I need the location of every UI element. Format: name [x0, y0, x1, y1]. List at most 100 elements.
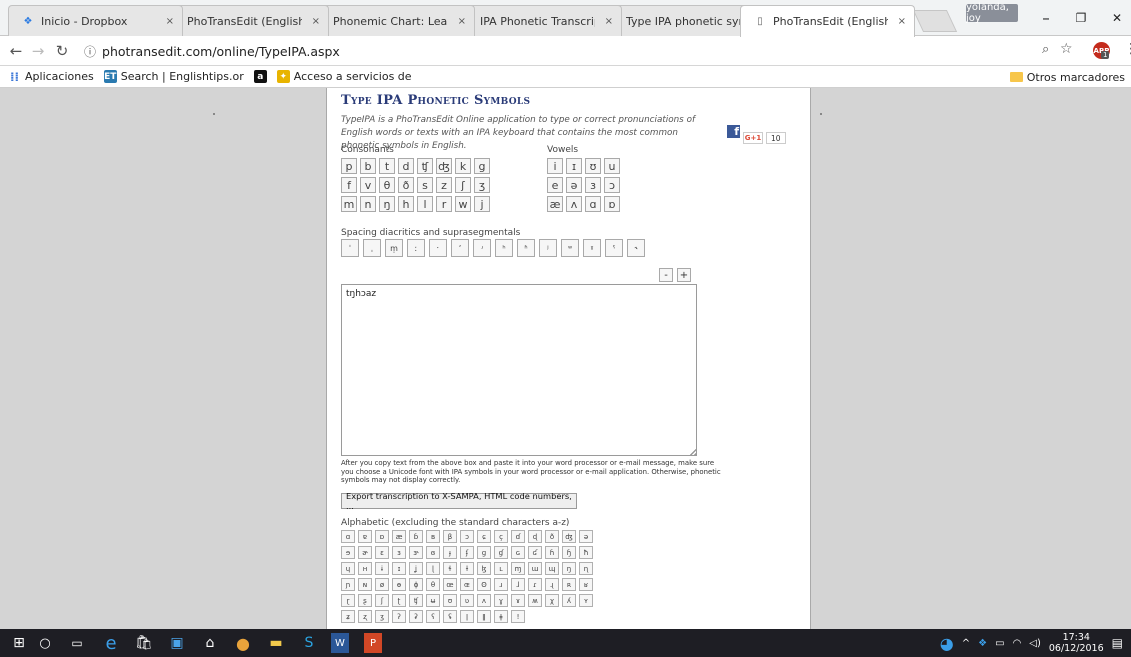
bookmark-englishtips[interactable]: ET Search | Englishtips.or: [103, 70, 244, 83]
consonant-key[interactable]: z: [436, 177, 452, 193]
diacritic-key[interactable]: ʷ: [561, 239, 579, 257]
alphabetic-key[interactable]: ɜ: [392, 546, 406, 559]
vowel-key[interactable]: u: [604, 158, 620, 174]
alphabetic-key[interactable]: ɺ: [511, 578, 525, 591]
zoom-icon[interactable]: ⌕: [1042, 42, 1049, 57]
task-view-icon[interactable]: ▭: [66, 633, 88, 653]
alphabetic-key[interactable]: ʂ: [358, 594, 372, 607]
alphabetic-key[interactable]: ɯ: [528, 562, 542, 575]
edge-icon[interactable]: e: [100, 633, 122, 654]
alphabetic-key[interactable]: ʘ: [477, 578, 491, 591]
alphabetic-key[interactable]: ɶ: [460, 578, 474, 591]
alphabetic-key[interactable]: ɪ: [392, 562, 406, 575]
alphabetic-key[interactable]: ɢ: [511, 546, 525, 559]
alphabetic-key[interactable]: ŋ: [562, 562, 576, 575]
back-icon[interactable]: ←: [6, 41, 26, 61]
battery-icon[interactable]: ▭: [995, 638, 1004, 649]
alphabetic-key[interactable]: ʢ: [443, 610, 457, 623]
consonant-key[interactable]: ʒ: [474, 177, 490, 193]
alphabetic-key[interactable]: ʤ: [562, 530, 576, 543]
powerpoint-icon[interactable]: P: [364, 633, 382, 653]
alphabetic-key[interactable]: œ: [443, 578, 457, 591]
alphabetic-key[interactable]: ʊ: [443, 594, 457, 607]
notifications-icon[interactable]: ▤: [1112, 636, 1123, 650]
alphabetic-key[interactable]: ʔ: [392, 610, 406, 623]
alphabetic-key[interactable]: θ: [426, 578, 440, 591]
alphabetic-key[interactable]: ʜ: [358, 562, 372, 575]
store-icon[interactable]: 🛍: [133, 633, 155, 653]
alphabetic-key[interactable]: ɳ: [579, 562, 593, 575]
alphabetic-key[interactable]: ɞ: [426, 546, 440, 559]
diacritic-key[interactable]: ʰ: [495, 239, 513, 257]
alphabetic-key[interactable]: ɐ: [358, 530, 372, 543]
bookmark-services[interactable]: ✦ Acceso a servicios de: [276, 70, 412, 83]
alphabetic-key[interactable]: ɒ: [375, 530, 389, 543]
windows-start-icon[interactable]: ⊞: [8, 633, 30, 653]
alphabetic-key[interactable]: ɭ: [426, 562, 440, 575]
alphabetic-key[interactable]: ɵ: [392, 578, 406, 591]
consonant-key[interactable]: v: [360, 177, 376, 193]
network-app-icon[interactable]: ◕: [940, 634, 954, 653]
alphabetic-key[interactable]: ɟ: [443, 546, 457, 559]
alphabetic-key[interactable]: ʟ: [494, 562, 508, 575]
menu-icon[interactable]: ⋮: [1124, 41, 1131, 57]
alphabetic-key[interactable]: ǃ: [511, 610, 525, 623]
alphabetic-key[interactable]: ǁ: [477, 610, 491, 623]
alphabetic-key[interactable]: ç: [494, 530, 508, 543]
alphabetic-key[interactable]: ɔ: [460, 530, 474, 543]
diacritic-key[interactable]: ʴ: [473, 239, 491, 257]
other-bookmarks[interactable]: Otros marcadores: [1009, 66, 1125, 88]
monitor-icon[interactable]: ▣: [166, 633, 188, 653]
diacritic-key[interactable]: ˠ: [583, 239, 601, 257]
diacritic-key[interactable]: ˞: [627, 239, 645, 257]
alphabetic-key[interactable]: ʈ: [392, 594, 406, 607]
alphabetic-key[interactable]: ɚ: [358, 546, 372, 559]
alphabetic-key[interactable]: ə: [579, 530, 593, 543]
alphabetic-key[interactable]: ɧ: [562, 546, 576, 559]
alphabetic-key[interactable]: ɕ: [477, 530, 491, 543]
alphabetic-key[interactable]: ɡ: [477, 546, 491, 559]
alphabetic-key[interactable]: ɫ: [460, 562, 474, 575]
diacritic-key[interactable]: ʲ: [539, 239, 557, 257]
tab-close-icon[interactable]: ×: [605, 16, 613, 27]
minimize-button[interactable]: –: [1034, 8, 1058, 28]
facebook-icon[interactable]: f: [727, 125, 740, 138]
bookmark-apps[interactable]: ⁞⁞ Aplicaciones: [8, 70, 94, 84]
skype-icon[interactable]: S: [298, 633, 320, 653]
close-window-button[interactable]: ✕: [1105, 8, 1129, 28]
alphabetic-key[interactable]: ʒ: [375, 610, 389, 623]
alphabetic-key[interactable]: ɻ: [545, 578, 559, 591]
resize-handle[interactable]: [689, 448, 697, 456]
alphabetic-key[interactable]: ʋ: [460, 594, 474, 607]
reload-icon[interactable]: ↻: [52, 41, 72, 61]
volume-icon[interactable]: ◁): [1029, 638, 1041, 649]
address-bar[interactable]: ⓘ photransedit.com/online/TypeIPA.aspx: [84, 40, 1074, 62]
increase-font-button[interactable]: +: [677, 268, 691, 282]
consonant-key[interactable]: h: [398, 196, 414, 212]
alphabetic-key[interactable]: ɦ: [545, 546, 559, 559]
alphabetic-key[interactable]: ħ: [579, 546, 593, 559]
alphabetic-key[interactable]: æ: [392, 530, 406, 543]
profile-button[interactable]: yolanda, joy: [966, 2, 1018, 24]
google-plus-button[interactable]: G+1: [743, 132, 763, 144]
alphabetic-key[interactable]: ɠ: [494, 546, 508, 559]
bookmark-star-icon[interactable]: ☆: [1060, 41, 1073, 57]
consonant-key[interactable]: m: [341, 196, 357, 212]
vowel-key[interactable]: ɔ: [604, 177, 620, 193]
consonant-key[interactable]: j: [474, 196, 490, 212]
consonant-key[interactable]: f: [341, 177, 357, 193]
vowel-key[interactable]: i: [547, 158, 563, 174]
maximize-button[interactable]: ❐: [1069, 8, 1093, 28]
clock[interactable]: 17:34 06/12/2016: [1049, 632, 1104, 654]
transcription-textarea[interactable]: [341, 284, 697, 456]
alphabetic-key[interactable]: ʁ: [579, 578, 593, 591]
alphabetic-key[interactable]: ʃ: [375, 594, 389, 607]
alphabetic-key[interactable]: ɝ: [409, 546, 423, 559]
alphabetic-key[interactable]: ɱ: [511, 562, 525, 575]
vowel-key[interactable]: e: [547, 177, 563, 193]
consonant-key[interactable]: n: [360, 196, 376, 212]
wifi-icon[interactable]: ◠: [1013, 638, 1022, 649]
vowel-key[interactable]: ɪ: [566, 158, 582, 174]
diacritic-key[interactable]: ʱ: [517, 239, 535, 257]
chevron-up-icon[interactable]: ^: [962, 638, 970, 649]
